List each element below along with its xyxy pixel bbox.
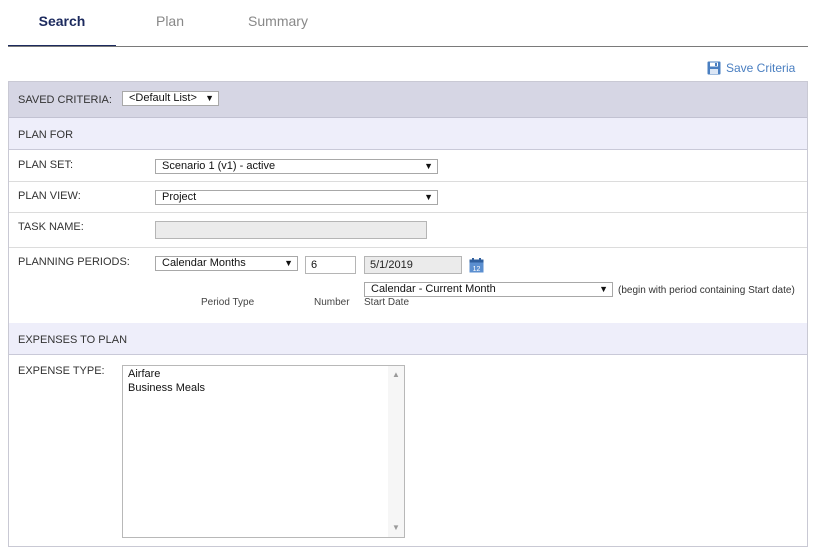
- save-criteria-link[interactable]: Save Criteria: [707, 60, 795, 76]
- plan-for-header: [9, 118, 807, 150]
- floppy-disk-icon: [707, 61, 721, 75]
- period-type-select[interactable]: Calendar Months ▼: [155, 256, 298, 271]
- period-type-caption: Period Type: [201, 297, 255, 308]
- dropdown-arrow-icon: ▼: [424, 161, 433, 171]
- plan-view-value: Project: [162, 191, 197, 203]
- planning-periods-label: PLANNING PERIODS:: [18, 256, 130, 268]
- svg-text:12: 12: [473, 266, 481, 273]
- row-divider: [9, 247, 807, 248]
- plan-view-select[interactable]: Project ▼: [155, 190, 438, 205]
- save-criteria-label: Save Criteria: [726, 61, 796, 75]
- row-divider: [9, 212, 807, 213]
- start-option-value: Calendar - Current Month: [371, 283, 496, 295]
- tab-plan[interactable]: Plan: [116, 0, 224, 46]
- period-type-value: Calendar Months: [162, 257, 246, 269]
- tab-summary[interactable]: Summary: [224, 0, 332, 46]
- start-date-input[interactable]: 5/1/2019: [364, 256, 462, 274]
- expense-type-listbox[interactable]: Airfare Business Meals ▲ ▼: [122, 365, 405, 538]
- calendar-icon[interactable]: 12: [469, 258, 484, 273]
- dropdown-arrow-icon: ▼: [424, 192, 433, 202]
- tabs-divider: [8, 46, 808, 47]
- start-option-note: (begin with period containing Start date…: [618, 285, 795, 296]
- scroll-up-icon[interactable]: ▲: [388, 368, 404, 382]
- period-number-input[interactable]: 6: [305, 256, 356, 274]
- start-date-caption: Start Date: [364, 297, 410, 308]
- list-item[interactable]: Airfare: [123, 367, 404, 381]
- number-caption: Number: [314, 297, 350, 308]
- plan-set-value: Scenario 1 (v1) - active: [162, 160, 276, 172]
- list-item[interactable]: Business Meals: [123, 381, 404, 395]
- plan-for-title: PLAN FOR: [18, 129, 74, 141]
- expense-type-label: EXPENSE TYPE:: [18, 365, 105, 377]
- task-name-input[interactable]: [155, 221, 427, 239]
- dropdown-arrow-icon: ▼: [284, 258, 293, 268]
- dropdown-arrow-icon: ▼: [205, 93, 214, 103]
- plan-set-label: PLAN SET:: [18, 159, 74, 171]
- saved-criteria-select[interactable]: <Default List> ▼: [122, 91, 219, 106]
- plan-view-label: PLAN VIEW:: [18, 190, 81, 202]
- start-option-select[interactable]: Calendar - Current Month ▼: [364, 282, 613, 297]
- expenses-to-plan-title: EXPENSES TO PLAN: [18, 334, 128, 346]
- saved-criteria-value: <Default List>: [129, 92, 197, 104]
- expenses-to-plan-header: [9, 323, 807, 355]
- tab-search[interactable]: Search: [8, 0, 116, 46]
- task-name-label: TASK NAME:: [18, 221, 84, 233]
- saved-criteria-label: SAVED CRITERIA:: [18, 94, 112, 106]
- row-divider: [9, 181, 807, 182]
- dropdown-arrow-icon: ▼: [599, 284, 608, 294]
- scroll-down-icon[interactable]: ▼: [388, 521, 404, 535]
- plan-set-select[interactable]: Scenario 1 (v1) - active ▼: [155, 159, 438, 174]
- listbox-scrollbar[interactable]: ▲ ▼: [388, 366, 404, 537]
